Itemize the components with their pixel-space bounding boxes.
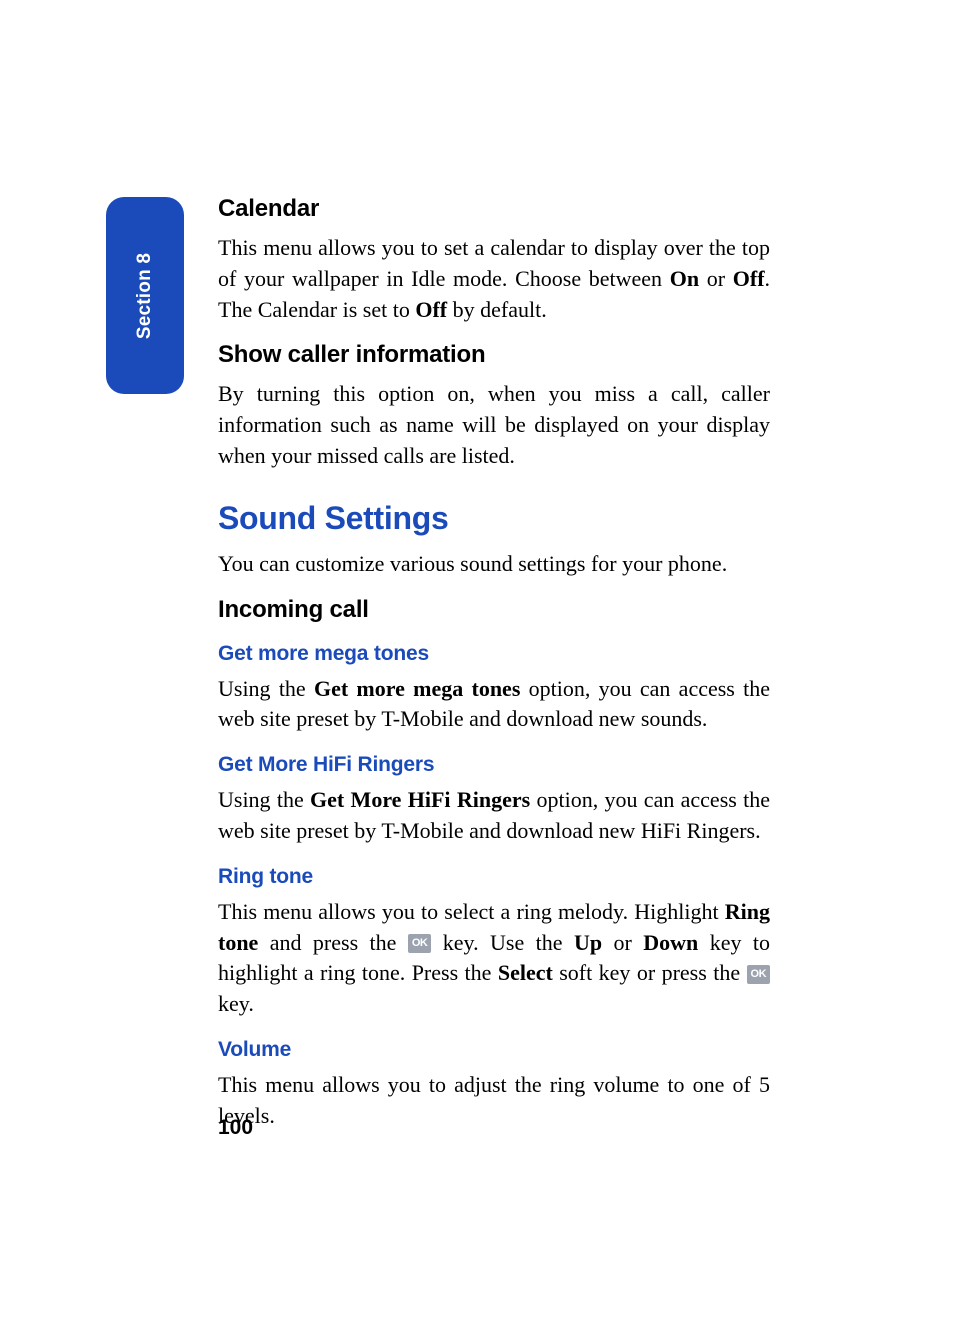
paragraph-calendar: This menu allows you to set a calendar t… (218, 233, 770, 325)
heading-mega-tones: Get more mega tones (218, 642, 770, 666)
text: by default. (447, 297, 547, 322)
text-bold-off: Off (733, 266, 765, 291)
page-content: Calendar This menu allows you to set a c… (218, 195, 770, 1148)
heading-incoming-call: Incoming call (218, 596, 770, 624)
paragraph-hifi-ringers: Using the Get More HiFi Ringers option, … (218, 785, 770, 847)
heading-ring-tone: Ring tone (218, 865, 770, 889)
paragraph-volume: This menu allows you to adjust the ring … (218, 1070, 770, 1132)
text-bold-down: Down (643, 930, 698, 955)
heading-volume: Volume (218, 1038, 770, 1062)
heading-calendar: Calendar (218, 195, 770, 223)
text: or (699, 266, 733, 291)
text: key. Use the (431, 930, 574, 955)
page-number: 100 (218, 1116, 253, 1140)
text: key. (218, 991, 254, 1016)
heading-hifi-ringers: Get More HiFi Ringers (218, 753, 770, 777)
text: Using the (218, 676, 314, 701)
text: and press the (258, 930, 408, 955)
text: soft key or press the (553, 960, 747, 985)
paragraph-show-caller: By turning this option on, when you miss… (218, 379, 770, 471)
text-bold-select: Select (498, 960, 553, 985)
heading-show-caller: Show caller information (218, 341, 770, 369)
paragraph-mega-tones: Using the Get more mega tones option, yo… (218, 674, 770, 736)
text-bold-up: Up (574, 930, 602, 955)
text-bold-off2: Off (415, 297, 447, 322)
section-tab: Section 8 (106, 197, 184, 394)
paragraph-sound-settings: You can customize various sound settings… (218, 549, 770, 580)
text: or (602, 930, 643, 955)
ok-key-icon: OK (408, 934, 432, 953)
text: Using the (218, 787, 310, 812)
section-tab-label: Section 8 (134, 252, 156, 338)
heading-sound-settings: Sound Settings (218, 500, 770, 537)
text-bold-on: On (670, 266, 699, 291)
text-bold: Get more mega tones (314, 676, 520, 701)
text-bold: Get More HiFi Ringers (310, 787, 530, 812)
text: This menu allows you to select a ring me… (218, 899, 725, 924)
paragraph-ring-tone: This menu allows you to select a ring me… (218, 897, 770, 1020)
ok-key-icon: OK (747, 965, 771, 984)
